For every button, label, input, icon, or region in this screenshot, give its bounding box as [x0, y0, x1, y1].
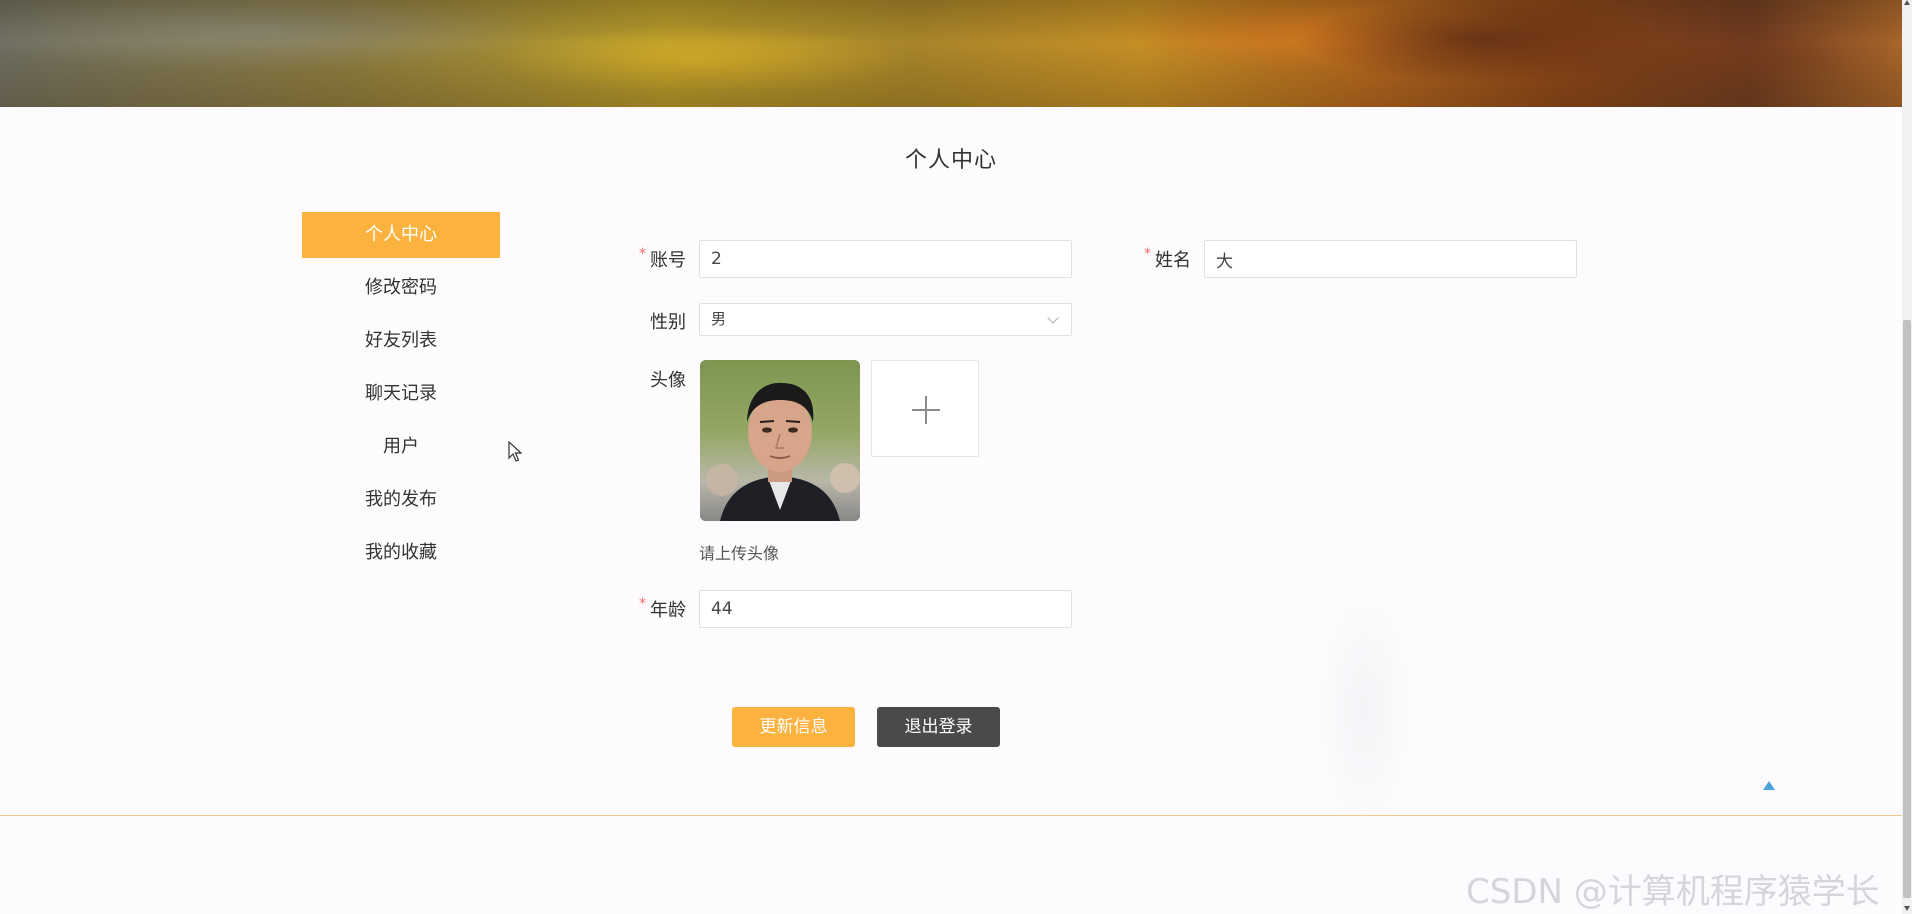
account-input[interactable] [699, 240, 1072, 278]
avatar-upload-hint: 请上传头像 [699, 544, 780, 563]
avatar-label: 头像 [650, 370, 686, 391]
menu-item-users[interactable]: 用户 [302, 424, 500, 470]
update-info-button[interactable]: 更新信息 [732, 707, 855, 747]
avatar-upload-button[interactable] [871, 360, 979, 457]
logout-button[interactable]: 退出登录 [877, 707, 1000, 747]
mouse-pointer-icon [508, 441, 522, 462]
scroll-thumb[interactable] [1903, 320, 1911, 898]
avatar-image[interactable] [700, 360, 860, 521]
required-mark: * [1144, 246, 1151, 262]
chevron-down-icon [1047, 312, 1059, 324]
menu-item-change-password[interactable]: 修改密码 [302, 265, 500, 311]
scroll-down-icon[interactable] [1904, 906, 1910, 911]
menu-item-my-favorites[interactable]: 我的收藏 [302, 530, 500, 576]
menu-item-friends[interactable]: 好友列表 [302, 318, 500, 364]
age-input[interactable] [699, 590, 1072, 628]
plus-icon-vertical [925, 396, 927, 424]
menu-item-chat-history[interactable]: 聊天记录 [302, 371, 500, 417]
avatar-portrait-icon [700, 360, 860, 521]
page-scrollbar[interactable] [1902, 0, 1912, 914]
gender-label: 性别 [650, 312, 686, 333]
account-label: * 账号 [639, 246, 686, 271]
back-to-top-icon[interactable] [1763, 781, 1775, 790]
age-label: * 年龄 [639, 596, 686, 621]
header-banner-image [0, 0, 1902, 107]
footer-divider [0, 815, 1902, 816]
name-input[interactable] [1204, 240, 1577, 278]
gender-select[interactable]: 男 [699, 303, 1072, 336]
watermark-text: CSDN @计算机程序猿学长 [1466, 872, 1880, 912]
menu-item-profile[interactable]: 个人中心 [302, 212, 500, 258]
name-label: * 姓名 [1144, 246, 1191, 271]
menu-item-my-posts[interactable]: 我的发布 [302, 477, 500, 523]
required-mark: * [639, 246, 646, 262]
gender-value: 男 [711, 310, 727, 328]
required-mark: * [639, 596, 646, 612]
side-menu: 个人中心 修改密码 好友列表 聊天记录 用户 我的发布 我的收藏 [302, 212, 500, 583]
page: 个人中心 个人中心 修改密码 好友列表 聊天记录 用户 我的发布 我的收藏 * 账… [0, 0, 1912, 914]
page-title: 个人中心 [904, 148, 997, 173]
scroll-up-icon[interactable] [1904, 0, 1910, 5]
banner-shade [0, 0, 1902, 107]
background-figure [1285, 510, 1445, 900]
